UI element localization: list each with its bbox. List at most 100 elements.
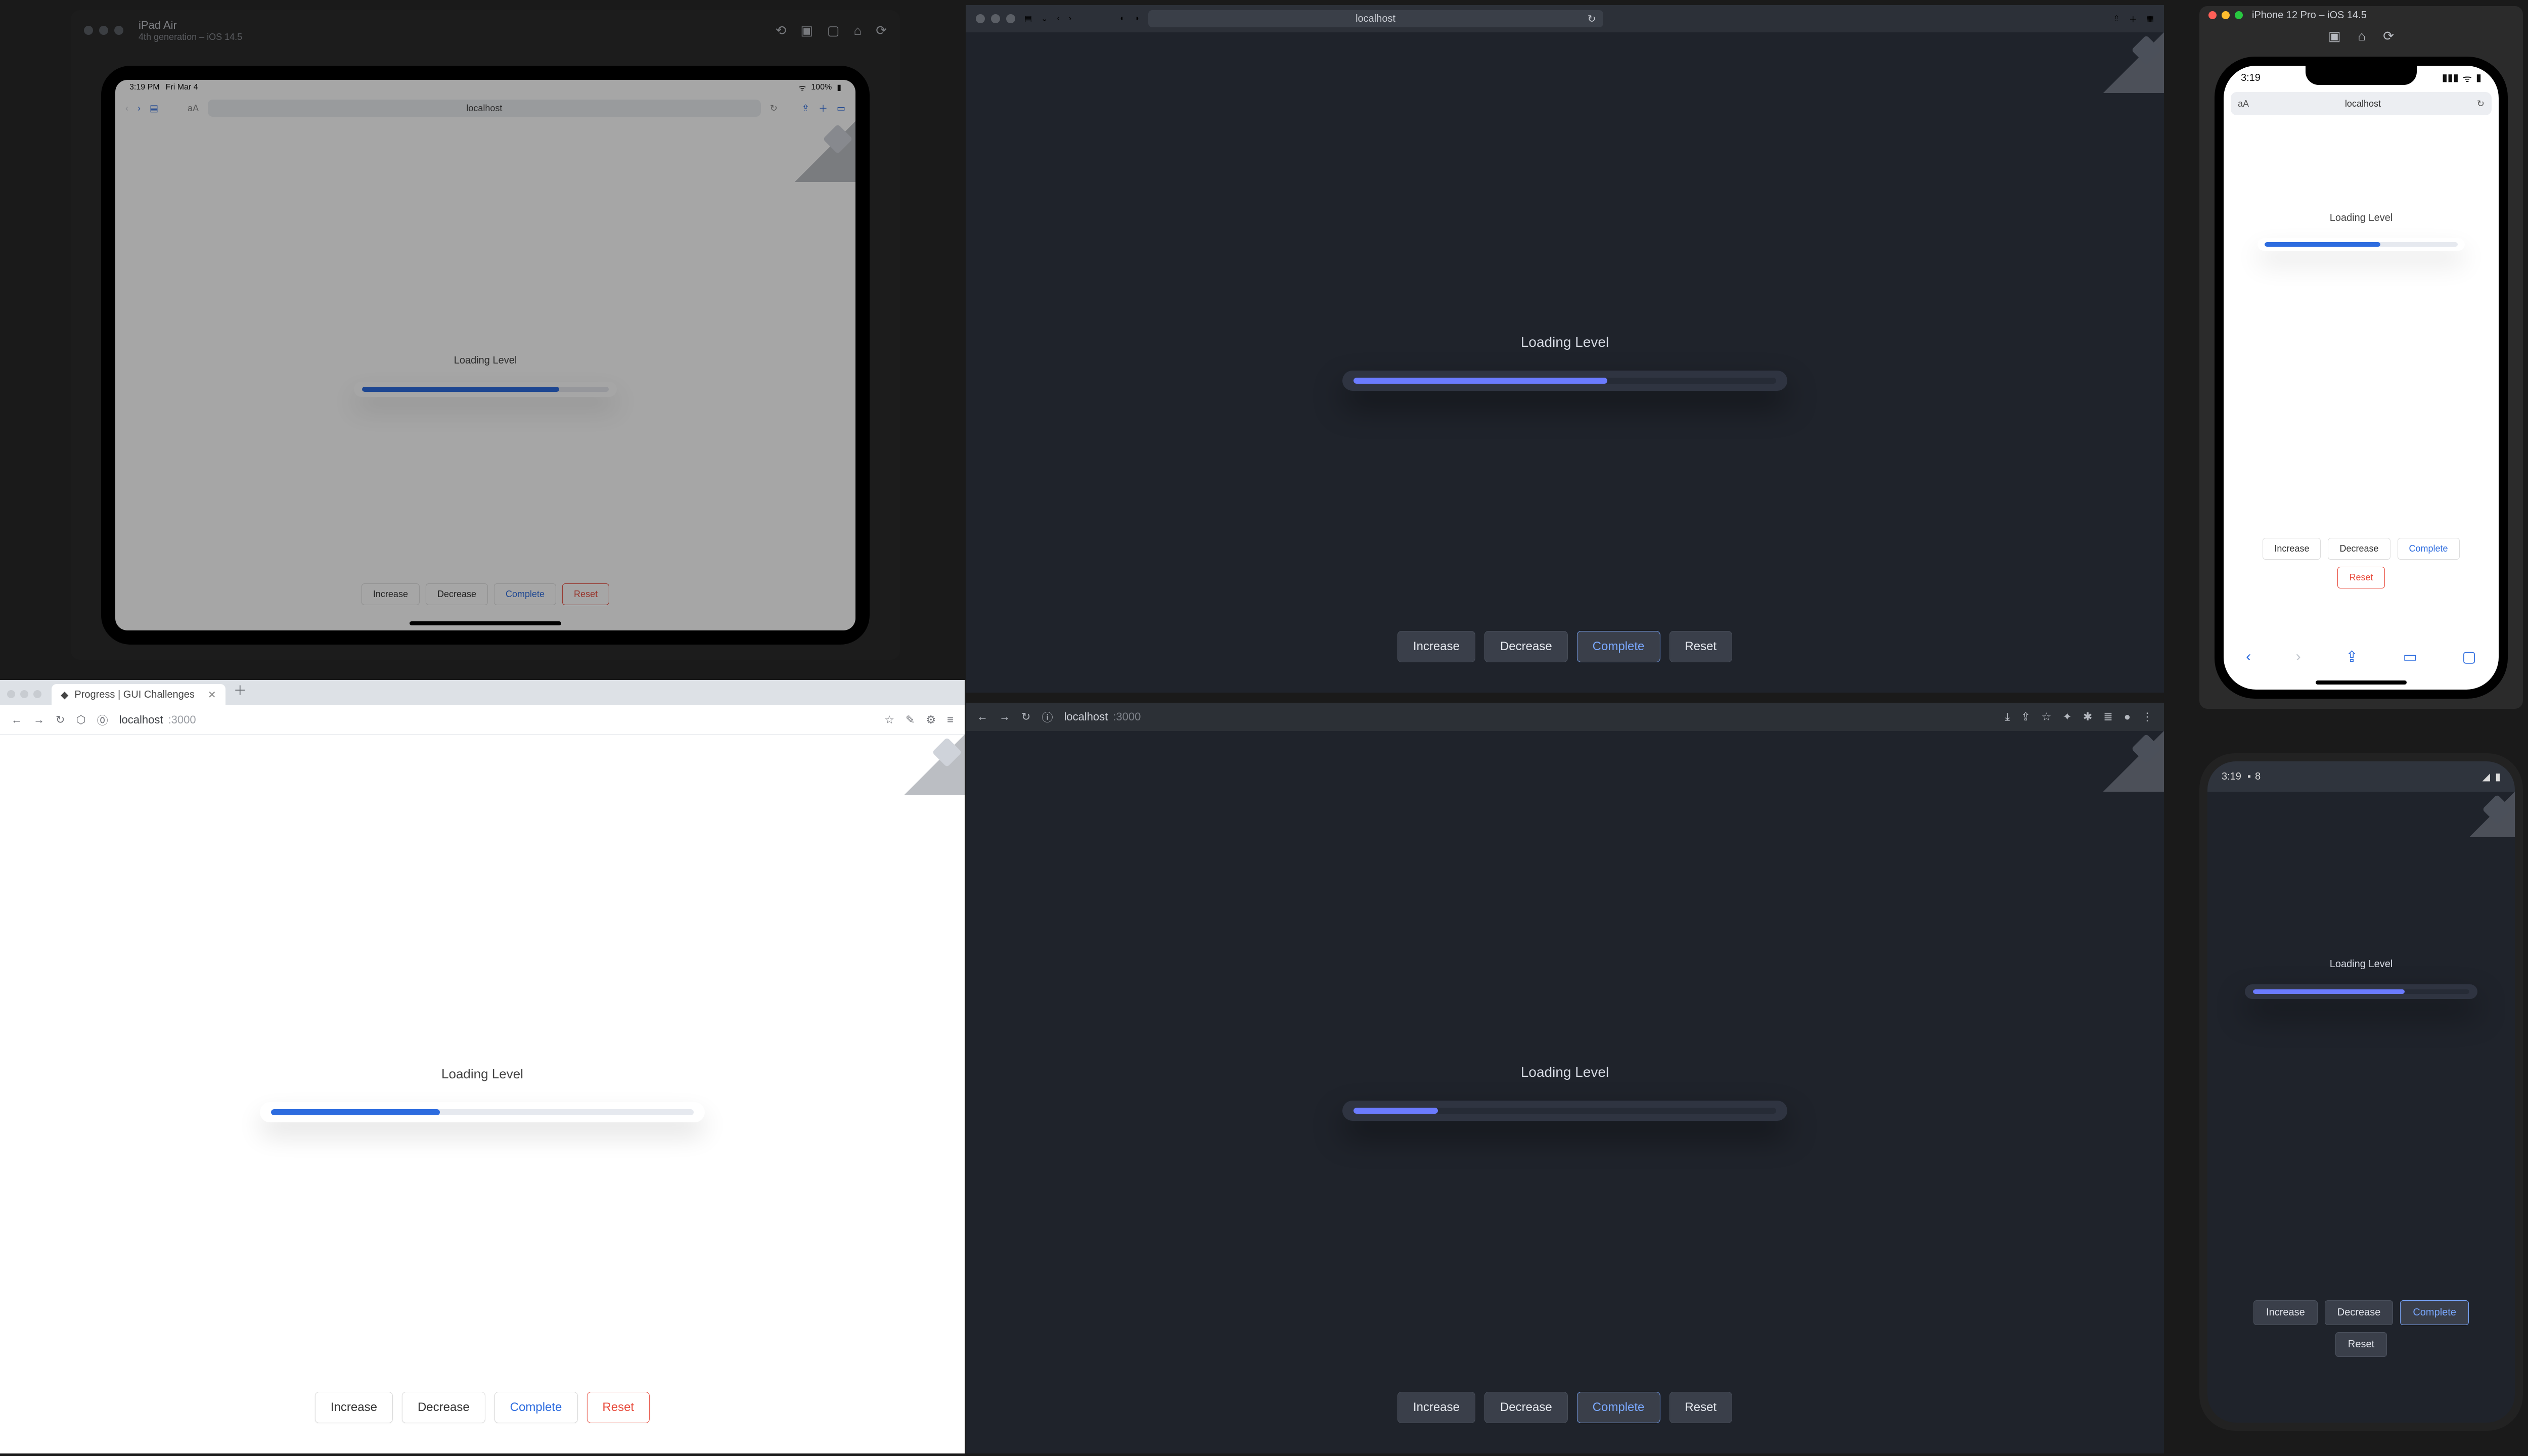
complete-button[interactable]: Complete [494, 583, 556, 605]
extension-icon[interactable]: ✦ [2062, 710, 2071, 723]
reload-icon[interactable]: ↻ [56, 713, 65, 726]
decrease-button[interactable]: Decrease [402, 1392, 485, 1423]
complete-button[interactable]: Complete [1577, 1392, 1660, 1423]
increase-button[interactable]: Increase [315, 1392, 393, 1423]
home-indicator[interactable] [410, 621, 561, 625]
increase-button[interactable]: Increase [2253, 1300, 2318, 1325]
complete-button[interactable]: Complete [1577, 631, 1660, 662]
url-port: :3000 [1113, 710, 1141, 723]
decrease-button[interactable]: Decrease [1484, 1392, 1568, 1423]
tabs-icon[interactable]: ▭ [837, 103, 845, 114]
increase-button[interactable]: Increase [2263, 538, 2321, 560]
reload-icon[interactable]: ↻ [770, 103, 778, 114]
forward-icon[interactable]: › [2296, 648, 2301, 665]
increase-button[interactable]: Increase [1397, 631, 1475, 662]
loading-label: Loading Level [441, 1066, 523, 1082]
back-icon[interactable]: ‹ [1057, 14, 1060, 23]
safari-mobile-toolbar: ‹ › ▤ aA localhost ↻ ⇪ ＋ ▭ [115, 95, 855, 121]
new-tab-icon[interactable]: ＋ [819, 102, 828, 115]
pointer-icon[interactable]: ⟲ [776, 23, 787, 38]
extensions-puzzle-icon[interactable]: ✱ [2083, 710, 2092, 723]
reset-button[interactable]: Reset [586, 1392, 650, 1423]
complete-button[interactable]: Complete [2400, 1300, 2469, 1325]
browser-tab[interactable]: ◆ Progress | GUI Challenges ✕ [52, 684, 225, 705]
close-tab-icon[interactable]: ✕ [208, 689, 216, 701]
share-icon[interactable]: ⇪ [802, 103, 809, 114]
reset-button[interactable]: Reset [2335, 1332, 2387, 1357]
wifi-icon: ᯤ [799, 82, 806, 93]
reset-button[interactable]: Reset [1669, 1392, 1732, 1423]
forward-icon[interactable]: → [33, 713, 44, 726]
share-icon[interactable]: ⇪ [2113, 14, 2119, 24]
decrease-button[interactable]: Decrease [2325, 1300, 2394, 1325]
iphone-simulator-window: iPhone 12 Pro – iOS 14.5 ▣ ⌂ ⟳ 3:19 ▮▮▮ … [2199, 6, 2523, 709]
window-traffic-lights[interactable] [7, 690, 41, 698]
profile-icon[interactable]: ● [2124, 710, 2131, 723]
back-icon[interactable]: ‹ [2246, 648, 2251, 665]
install-icon[interactable]: ⤓ [2005, 710, 2010, 723]
new-tab-icon[interactable]: ＋ [234, 680, 247, 699]
window-traffic-lights[interactable] [976, 14, 1015, 23]
home-icon[interactable]: ⌂ [2358, 28, 2366, 44]
url-bar[interactable]: localhost ↻ [1148, 10, 1603, 27]
reset-button[interactable]: Reset [1669, 631, 1732, 662]
menu-icon[interactable]: ⋮ [2142, 710, 2153, 723]
forward-icon[interactable]: › [1069, 14, 1071, 23]
record-icon[interactable]: ▢ [827, 23, 840, 38]
home-icon[interactable]: ⌂ [853, 23, 862, 38]
increase-button[interactable]: Increase [1397, 1392, 1475, 1423]
new-tab-icon[interactable]: ＋ [2129, 13, 2137, 25]
back-icon[interactable]: ‹ [125, 103, 128, 114]
url-text[interactable]: localhost:3000 [1064, 710, 1141, 723]
tabs-icon[interactable]: ▢ [2462, 648, 2476, 666]
forward-icon[interactable]: → [999, 710, 1010, 723]
shield-icon[interactable]: ◐ [1120, 14, 1125, 23]
site-info-icon[interactable]: 🄋 [97, 712, 108, 728]
share-icon[interactable]: ⇪ [2345, 648, 2358, 666]
extension-icon[interactable]: ✎ [906, 713, 915, 726]
rotate-icon[interactable]: ⟳ [876, 23, 887, 38]
rotate-icon[interactable]: ⟳ [2383, 28, 2394, 44]
reading-list-icon[interactable]: ≣ [2103, 710, 2112, 723]
share-icon[interactable]: ⇪ [2021, 710, 2030, 723]
reload-icon[interactable]: ↻ [2477, 99, 2485, 109]
tab-title: Progress | GUI Challenges [74, 689, 195, 701]
complete-button[interactable]: Complete [494, 1392, 578, 1423]
window-traffic-lights[interactable] [2208, 11, 2243, 19]
reload-icon[interactable]: ↻ [1021, 710, 1030, 723]
appearance-icon[interactable]: ◑ [1134, 14, 1139, 23]
shield-icon[interactable]: ⬡ [76, 713, 85, 726]
reset-button[interactable]: Reset [2337, 567, 2384, 588]
decrease-button[interactable]: Decrease [426, 583, 488, 605]
back-icon[interactable]: ← [11, 713, 22, 726]
reader-aa-icon[interactable]: aA [188, 103, 199, 114]
increase-button[interactable]: Increase [362, 583, 420, 605]
safari-toolbar: ▤ ⌄ ‹ › ◐ ◑ localhost ↻ ⇪ ＋ ▦ [966, 5, 2164, 32]
menu-icon[interactable]: ≡ [947, 713, 954, 726]
back-icon[interactable]: ← [977, 710, 988, 723]
address-bar[interactable]: aA localhost ↻ [2231, 92, 2492, 115]
address-bar[interactable]: localhost [208, 100, 761, 117]
sidebar-icon[interactable]: ▤ [150, 103, 158, 114]
reader-aa-icon[interactable]: aA [2238, 99, 2249, 109]
url-text[interactable]: localhost:3000 [119, 713, 196, 726]
star-icon[interactable]: ☆ [884, 713, 894, 726]
decrease-button[interactable]: Decrease [1484, 631, 1568, 662]
forward-icon[interactable]: › [138, 103, 141, 114]
sidebar-icon[interactable]: ▤ [1024, 14, 1032, 24]
window-traffic-lights[interactable] [84, 26, 123, 35]
reset-button[interactable]: Reset [562, 583, 609, 605]
chevron-down-icon[interactable]: ⌄ [1041, 14, 1048, 24]
reload-icon[interactable]: ↻ [1588, 13, 1596, 25]
screenshot-icon[interactable]: ▣ [2328, 28, 2341, 44]
progress-fill [1353, 1108, 1438, 1114]
home-indicator[interactable] [2316, 680, 2407, 685]
extension-icon[interactable]: ⚙ [926, 713, 936, 726]
star-icon[interactable]: ☆ [2042, 710, 2052, 723]
tabs-icon[interactable]: ▦ [2146, 14, 2154, 24]
screenshot-icon[interactable]: ▣ [800, 23, 813, 38]
decrease-button[interactable]: Decrease [2328, 538, 2390, 560]
bookmarks-icon[interactable]: ▭ [2403, 648, 2417, 666]
site-info-icon[interactable]: ⓘ [1042, 709, 1053, 725]
complete-button[interactable]: Complete [2398, 538, 2460, 560]
